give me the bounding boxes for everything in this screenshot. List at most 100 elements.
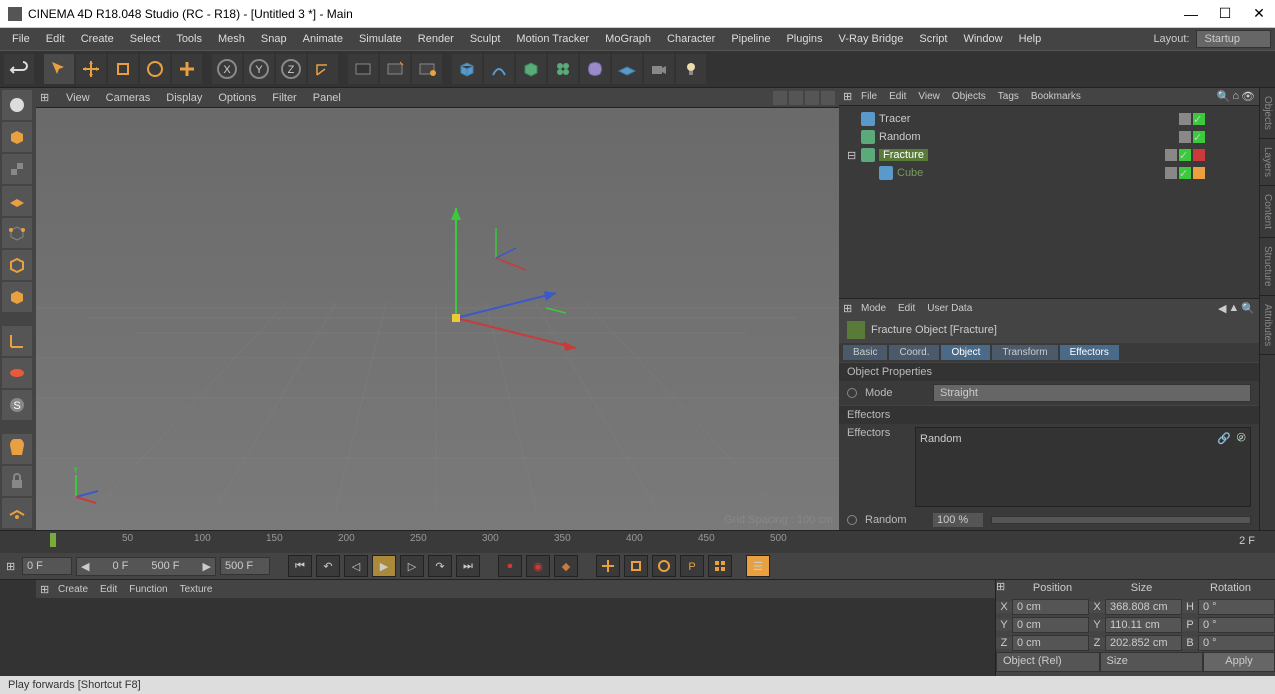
autokey-button[interactable]: ◉	[526, 555, 550, 577]
array-button[interactable]	[548, 54, 578, 84]
minimize-button[interactable]: —	[1183, 6, 1199, 22]
menu-tools[interactable]: Tools	[168, 30, 210, 48]
coord-mode-dropdown[interactable]: Object (Rel)	[996, 652, 1100, 672]
menu-sculpt[interactable]: Sculpt	[462, 30, 509, 48]
attr-menu-user-data[interactable]: User Data	[921, 301, 978, 316]
planar-workplane-button[interactable]	[2, 498, 32, 528]
light-button[interactable]	[676, 54, 706, 84]
viewport-zoom-icon[interactable]	[789, 91, 803, 105]
play-button[interactable]: ▶	[372, 555, 396, 577]
prev-key-button[interactable]: ↶	[316, 555, 340, 577]
recent-tool-button[interactable]	[172, 54, 202, 84]
tree-item-fracture[interactable]: ⊟Fracture✓	[843, 146, 1255, 164]
pla-key-button[interactable]	[708, 555, 732, 577]
attr-menu-mode[interactable]: Mode	[855, 301, 892, 316]
menu-simulate[interactable]: Simulate	[351, 30, 410, 48]
objects-menu-tags[interactable]: Tags	[992, 89, 1025, 104]
viewport-toggle-icon[interactable]	[821, 91, 835, 105]
attr-tab-transform[interactable]: Transform	[992, 345, 1057, 360]
next-key-button[interactable]: ↷	[428, 555, 452, 577]
side-tab-structure[interactable]: Structure	[1260, 238, 1275, 296]
material-menu-edit[interactable]: Edit	[94, 582, 123, 597]
nav-forward-icon[interactable]: 🔍	[1241, 302, 1255, 315]
attr-tab-basic[interactable]: Basic	[843, 345, 887, 360]
snap-button[interactable]: S	[2, 390, 32, 420]
rotate-button[interactable]	[140, 54, 170, 84]
live-select-button[interactable]	[44, 54, 74, 84]
size-mode-dropdown[interactable]: Size	[1100, 652, 1204, 672]
side-tab-attributes[interactable]: Attributes	[1260, 296, 1275, 355]
menu-help[interactable]: Help	[1011, 30, 1050, 48]
polygons-mode-button[interactable]	[2, 282, 32, 312]
axis-button[interactable]	[2, 326, 32, 356]
random-radio[interactable]	[847, 515, 857, 525]
material-menu-create[interactable]: Create	[52, 582, 94, 597]
rot-h-input[interactable]: 0 °	[1198, 599, 1275, 615]
camera-button[interactable]	[644, 54, 674, 84]
scale-button[interactable]	[108, 54, 138, 84]
pen-tool-button[interactable]	[484, 54, 514, 84]
menu-snap[interactable]: Snap	[253, 30, 295, 48]
floor-button[interactable]	[612, 54, 642, 84]
menu-motion-tracker[interactable]: Motion Tracker	[508, 30, 597, 48]
objects-menu-view[interactable]: View	[912, 89, 946, 104]
menu-file[interactable]: File	[4, 30, 38, 48]
viewport-menu-filter[interactable]: Filter	[264, 90, 304, 106]
record-button[interactable]: ●	[498, 555, 522, 577]
size-x-input[interactable]: 368.808 cm	[1105, 599, 1182, 615]
edges-mode-button[interactable]	[2, 250, 32, 280]
menu-v-ray-bridge[interactable]: V-Ray Bridge	[831, 30, 912, 48]
attr-tab-coord[interactable]: Coord.	[889, 345, 939, 360]
object-tree[interactable]: Tracer✓Random✓⊟Fracture✓Cube✓	[839, 106, 1259, 298]
menu-script[interactable]: Script	[911, 30, 955, 48]
menu-animate[interactable]: Animate	[295, 30, 351, 48]
apply-button[interactable]: Apply	[1203, 652, 1275, 672]
material-menu-function[interactable]: Function	[123, 582, 173, 597]
home-icon[interactable]: ⌂	[1232, 90, 1239, 103]
size-y-input[interactable]: 110.11 cm	[1105, 617, 1182, 633]
nurbs-button[interactable]	[516, 54, 546, 84]
x-axis-button[interactable]: X	[212, 54, 242, 84]
undo-button[interactable]	[4, 54, 34, 84]
menu-edit[interactable]: Edit	[38, 30, 73, 48]
render-view-button[interactable]	[348, 54, 378, 84]
viewport-menu-panel[interactable]: Panel	[305, 90, 349, 106]
workplane-snap-button[interactable]	[2, 434, 32, 464]
move-button[interactable]	[76, 54, 106, 84]
objects-menu-objects[interactable]: Objects	[946, 89, 992, 104]
attr-tab-effectors[interactable]: Effectors	[1060, 345, 1119, 360]
viewport-solo-button[interactable]	[2, 358, 32, 388]
mode-radio[interactable]	[847, 388, 857, 398]
pos-x-input[interactable]: 0 cm	[1012, 599, 1089, 615]
menu-plugins[interactable]: Plugins	[778, 30, 830, 48]
z-axis-button[interactable]: Z	[276, 54, 306, 84]
mode-dropdown[interactable]: Straight	[933, 384, 1251, 402]
effector-target-icon[interactable]: ◎	[1236, 430, 1246, 443]
y-axis-button[interactable]: Y	[244, 54, 274, 84]
playhead[interactable]	[50, 533, 56, 547]
pos-z-input[interactable]: 0 cm	[1012, 635, 1089, 651]
pos-key-button[interactable]	[596, 555, 620, 577]
render-picture-button[interactable]	[380, 54, 410, 84]
rot-key-button[interactable]	[652, 555, 676, 577]
objects-menu-file[interactable]: File	[855, 89, 883, 104]
side-tab-objects[interactable]: Objects	[1260, 88, 1275, 139]
current-frame-input[interactable]: 0 F	[22, 557, 72, 575]
material-content[interactable]	[36, 598, 995, 676]
menu-select[interactable]: Select	[122, 30, 169, 48]
eye-icon[interactable]: 👁	[1241, 90, 1255, 103]
layout-dropdown[interactable]: Startup	[1196, 30, 1271, 48]
maximize-button[interactable]: ☐	[1217, 6, 1233, 22]
random-slider[interactable]	[991, 516, 1251, 524]
texture-mode-button[interactable]	[2, 154, 32, 184]
material-menu-texture[interactable]: Texture	[174, 582, 219, 597]
viewport-pan-icon[interactable]	[773, 91, 787, 105]
cube-primitive-button[interactable]	[452, 54, 482, 84]
menu-character[interactable]: Character	[659, 30, 723, 48]
side-tab-content[interactable]: Content	[1260, 186, 1275, 238]
search-icon[interactable]: 🔍	[1217, 90, 1231, 103]
nav-up-icon[interactable]: ▲	[1228, 302, 1239, 315]
menu-create[interactable]: Create	[73, 30, 122, 48]
menu-render[interactable]: Render	[410, 30, 462, 48]
viewport-rotate-icon[interactable]	[805, 91, 819, 105]
